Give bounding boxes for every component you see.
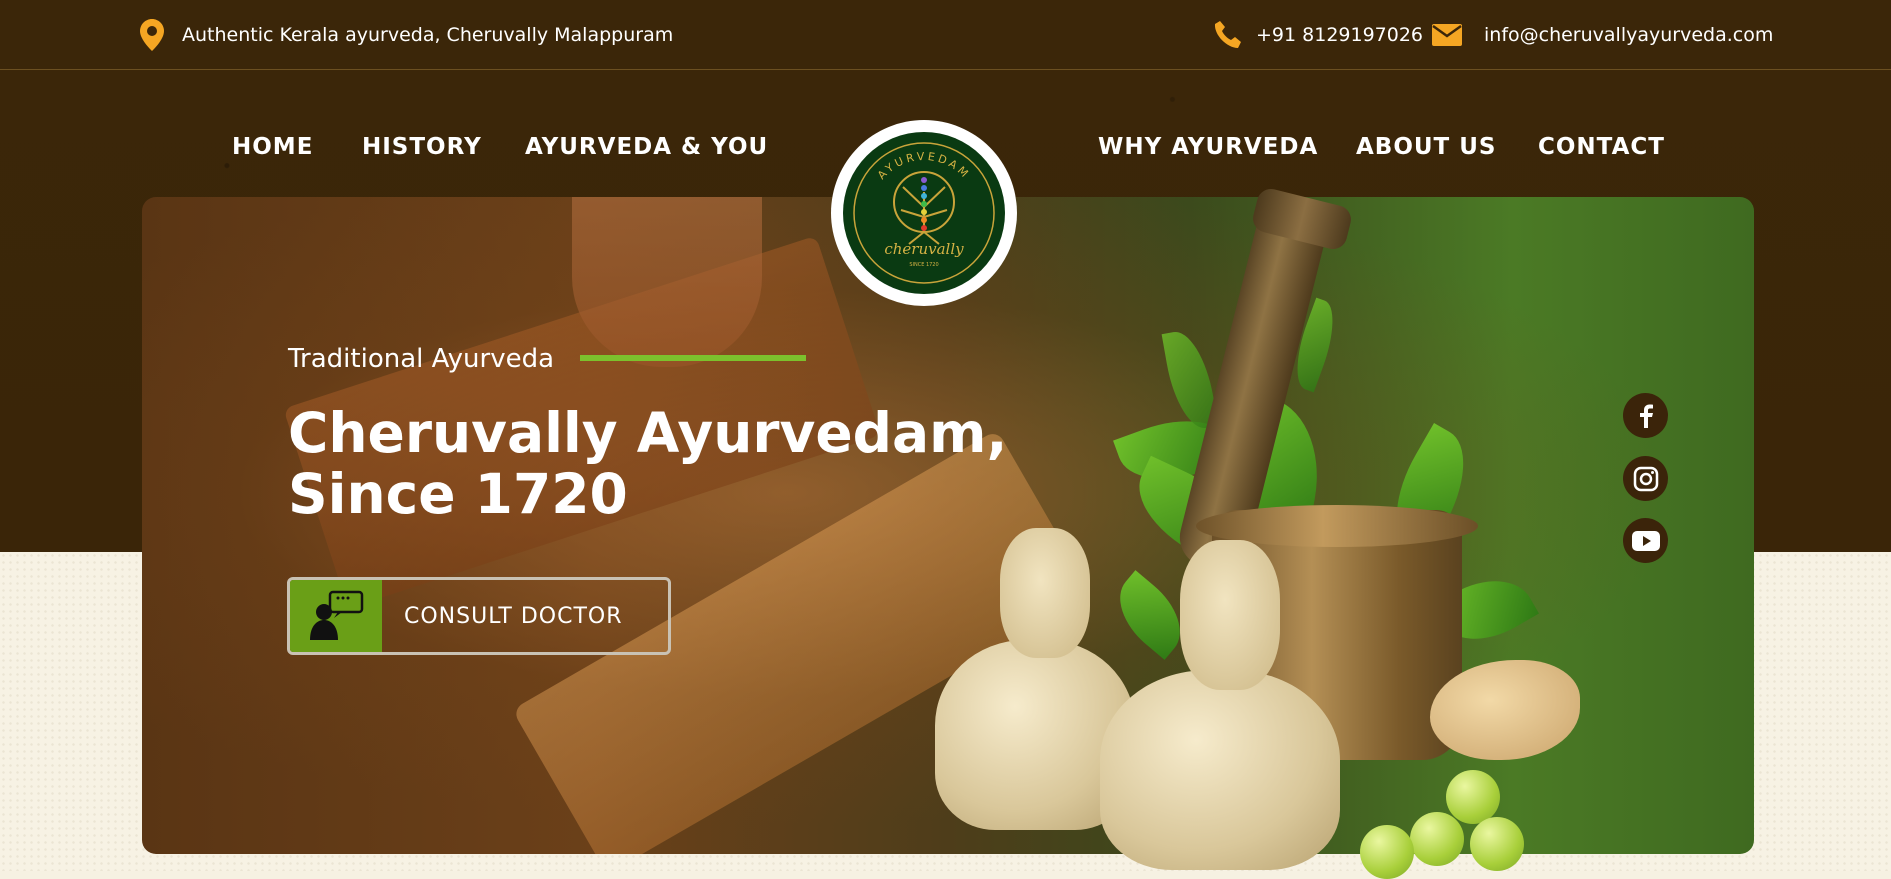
gooseberry [1446,770,1500,824]
consult-doctor-button[interactable]: CONSULT DOCTOR [287,577,671,655]
youtube-link[interactable] [1623,518,1668,563]
hero-bg-hand [572,197,762,367]
nav-history[interactable]: HISTORY [362,134,482,160]
tree-of-life-icon: AYURVEDAM cheruvally SINCE 1720 [853,142,995,284]
facebook-icon [1639,404,1653,428]
herbal-bundle-knot [1000,528,1090,658]
herbal-bundle-knot [1180,540,1280,690]
map-pin-icon [140,18,164,51]
hero-kicker-underline [580,355,806,361]
consult-chat-icon [290,580,382,652]
logo-since-text: SINCE 1720 [909,262,938,268]
gooseberry [1410,812,1464,866]
address-item: Authentic Kerala ayurveda, Cheruvally Ma… [140,0,673,69]
instagram-link[interactable] [1623,456,1668,501]
logo-emblem: AYURVEDAM cheruvally SINCE 1720 [843,132,1005,294]
youtube-icon [1631,530,1660,551]
top-info-bar: Authentic Kerala ayurveda, Cheruvally Ma… [0,0,1891,70]
nav-contact[interactable]: CONTACT [1538,134,1665,160]
gooseberry [1470,817,1524,871]
hero-title-line2: Since 1720 [288,462,628,526]
phone-icon [1214,20,1242,50]
nav-home[interactable]: HOME [232,134,313,160]
instagram-icon [1633,466,1658,491]
consult-doctor-label: CONSULT DOCTOR [404,603,623,629]
email-text: info@cheruvallyayurveda.com [1484,23,1774,46]
hero-title: Cheruvally Ayurvedam, Since 1720 [288,403,1007,525]
phone-item[interactable]: +91 8129197026 [1214,0,1423,69]
facebook-link[interactable] [1623,393,1668,438]
hero-title-line1: Cheruvally Ayurvedam, [288,401,1008,465]
address-text: Authentic Kerala ayurveda, Cheruvally Ma… [182,23,674,46]
nav-about-us[interactable]: ABOUT US [1356,134,1497,160]
phone-text: +91 8129197026 [1256,23,1424,46]
logo-script-text: cheruvally [884,240,964,258]
herbal-bundle [1100,670,1340,870]
nav-ayurveda-and-you[interactable]: AYURVEDA & YOU [525,134,768,160]
mail-icon [1432,23,1462,46]
nav-why-ayurveda[interactable]: WHY AYURVEDA [1098,134,1318,160]
email-item[interactable]: info@cheruvallyayurveda.com [1432,0,1773,69]
hero-kicker: Traditional Ayurveda [288,344,555,374]
site-logo[interactable]: AYURVEDAM cheruvally SINCE 1720 [831,120,1017,306]
